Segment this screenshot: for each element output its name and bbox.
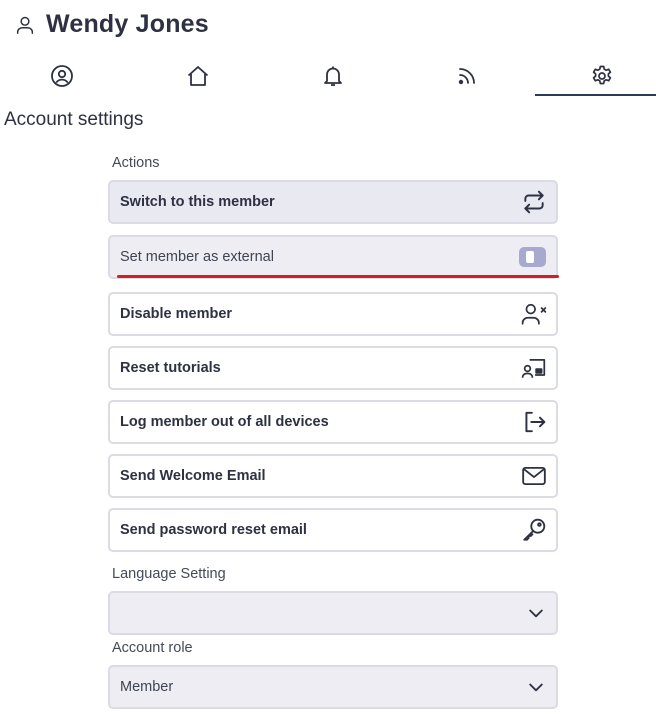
home-icon [186, 64, 210, 88]
chevron-down-icon [526, 603, 546, 623]
logout-all-devices-button[interactable]: Log member out of all devices [108, 400, 558, 444]
tab-feed[interactable] [407, 56, 527, 96]
actions-label: Actions [112, 155, 160, 171]
account-role-value: Member [120, 679, 174, 695]
send-welcome-email-label: Send Welcome Email [120, 468, 266, 484]
tab-settings[interactable] [542, 56, 656, 96]
page-header: Wendy Jones [14, 10, 209, 39]
rss-icon [455, 64, 479, 88]
mail-icon [521, 463, 547, 489]
user-icon [14, 14, 36, 36]
tab-home[interactable] [138, 56, 258, 96]
tab-bar [0, 56, 656, 98]
tab-profile[interactable] [2, 56, 122, 96]
language-setting-label: Language Setting [112, 566, 226, 582]
send-password-reset-button[interactable]: Send password reset email [108, 508, 558, 552]
user-circle-icon [50, 64, 74, 88]
screen-share-icon [521, 355, 547, 381]
reset-tutorials-label: Reset tutorials [120, 360, 221, 376]
send-password-reset-label: Send password reset email [120, 522, 307, 538]
switch-member-button[interactable]: Switch to this member [108, 180, 558, 224]
switch-member-label: Switch to this member [120, 194, 275, 210]
external-member-toggle[interactable] [519, 247, 546, 267]
chevron-down-icon [526, 677, 546, 697]
page-title: Account settings [4, 109, 144, 130]
logout-icon [521, 409, 547, 435]
switch-arrows-icon [521, 189, 547, 215]
language-select[interactable] [108, 591, 558, 635]
external-member-label: Set member as external [120, 249, 274, 265]
toggle-knob [526, 251, 534, 263]
logout-all-devices-label: Log member out of all devices [120, 414, 329, 430]
send-welcome-email-button[interactable]: Send Welcome Email [108, 454, 558, 498]
member-name: Wendy Jones [46, 10, 209, 38]
highlight-underline [117, 275, 559, 278]
bell-icon [321, 64, 345, 88]
disable-member-button[interactable]: Disable member [108, 292, 558, 336]
tab-notifications[interactable] [273, 56, 393, 96]
gear-icon [590, 64, 614, 88]
disable-member-label: Disable member [120, 306, 233, 322]
reset-tutorials-button[interactable]: Reset tutorials [108, 346, 558, 390]
user-remove-icon [521, 301, 547, 327]
active-tab-indicator [535, 94, 656, 96]
external-member-row: Set member as external [108, 235, 558, 279]
account-role-select[interactable]: Member [108, 665, 558, 709]
account-role-label: Account role [112, 640, 193, 656]
key-icon [521, 517, 547, 543]
